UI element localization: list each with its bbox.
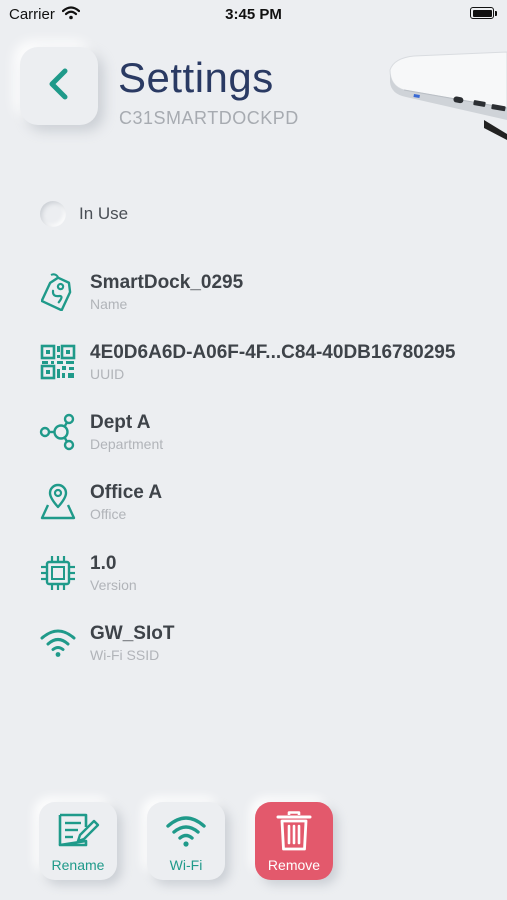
battery-icon [470, 7, 494, 19]
wifi-ssid-value: GW_SIoT [90, 623, 175, 644]
map-location-icon [38, 482, 78, 522]
edit-note-icon [39, 810, 117, 852]
remove-label: Remove [267, 857, 321, 873]
office-label: Office [90, 506, 127, 522]
rename-button[interactable]: Rename [39, 802, 117, 880]
share-nodes-icon [38, 412, 78, 452]
detail-row-office: Office A Office [38, 482, 507, 532]
page-title: Settings [118, 54, 274, 101]
wifi-ssid-label: Wi-Fi SSID [90, 647, 160, 663]
wifi-icon [38, 623, 78, 663]
back-button[interactable] [20, 47, 98, 125]
device-name-value: SmartDock_0295 [90, 272, 244, 293]
in-use-toggle[interactable]: In Use [40, 201, 128, 227]
tag-icon [38, 272, 78, 312]
office-value: Office A [90, 482, 163, 503]
wifi-button[interactable]: Wi-Fi [147, 802, 225, 880]
wifi-icon [147, 810, 225, 852]
device-model: C31SMARTDOCKPD [119, 108, 299, 128]
version-label: Version [90, 577, 137, 593]
detail-row-name: SmartDock_0295 Name [38, 272, 507, 322]
remove-button[interactable]: Remove [255, 802, 333, 880]
version-value: 1.0 [90, 553, 117, 574]
department-value: Dept A [90, 412, 151, 433]
status-bar: Carrier 3:45 PM [0, 0, 507, 28]
rename-label: Rename [51, 857, 105, 873]
department-label: Department [90, 436, 164, 452]
detail-row-version: 1.0 Version [38, 553, 507, 603]
clock: 3:45 PM [225, 6, 282, 23]
device-name-label: Name [90, 296, 128, 312]
qr-code-icon [38, 342, 78, 382]
uuid-value: 4E0D6A6D-A06F-4F...C84-40DB16780295 [90, 342, 456, 363]
trash-icon [255, 810, 333, 852]
battery-tip [495, 11, 497, 16]
wifi-label: Wi-Fi [169, 857, 203, 873]
uuid-label: UUID [90, 366, 125, 382]
chip-icon [38, 553, 78, 593]
detail-row-department: Dept A Department [38, 412, 507, 462]
in-use-label: In Use [79, 204, 129, 223]
detail-row-uuid: 4E0D6A6D-A06F-4F...C84-40DB16780295 UUID [38, 342, 507, 392]
detail-row-wifi-ssid: GW_SIoT Wi-Fi SSID [38, 623, 507, 673]
chevron-left-icon [47, 67, 71, 106]
device-image [384, 50, 507, 146]
in-use-radio[interactable] [40, 201, 66, 227]
